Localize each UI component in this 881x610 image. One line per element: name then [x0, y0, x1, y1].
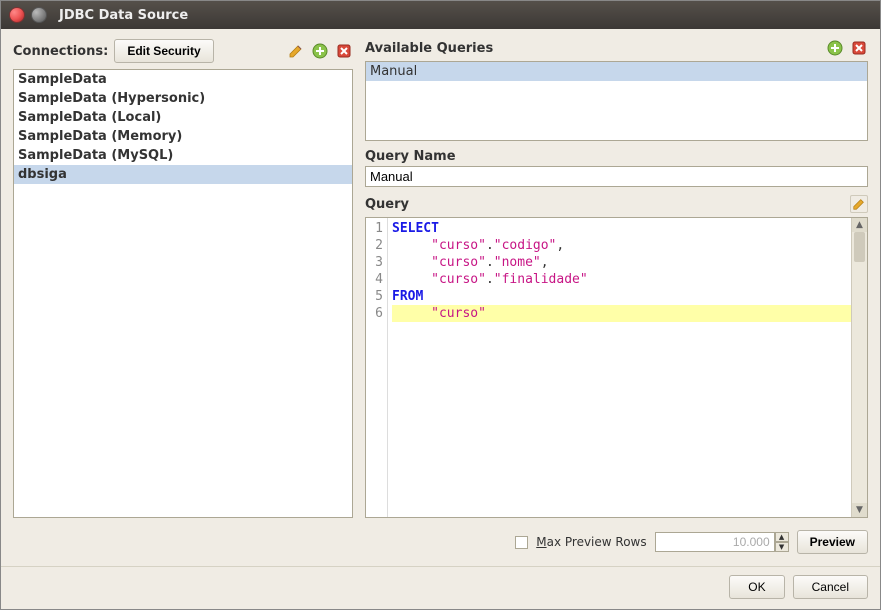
titlebar: JDBC Data Source [1, 1, 880, 29]
window-minimize-icon[interactable] [31, 7, 47, 23]
main-area: Connections: Edit Security SampleDataSam… [13, 39, 868, 518]
queries-list[interactable]: Manual [365, 61, 868, 141]
scroll-thumb[interactable] [854, 232, 865, 262]
max-preview-input[interactable] [655, 532, 775, 552]
connections-toolbar: Connections: Edit Security [13, 39, 353, 63]
scroll-up-icon[interactable]: ▲ [852, 218, 867, 232]
jdbc-dialog: JDBC Data Source Connections: Edit Secur… [0, 0, 881, 610]
ok-button[interactable]: OK [729, 575, 784, 599]
max-preview-label: Max Preview Rows [536, 535, 646, 549]
code-line[interactable]: "curso"."nome", [392, 254, 863, 271]
connection-item[interactable]: SampleData (Memory) [14, 127, 352, 146]
connections-panel: Connections: Edit Security SampleDataSam… [13, 39, 353, 518]
connection-item[interactable]: dbsiga [14, 165, 352, 184]
code-line[interactable]: "curso"."codigo", [392, 237, 863, 254]
edit-security-button[interactable]: Edit Security [114, 39, 213, 63]
query-label: Query [365, 197, 409, 212]
edit-query-icon[interactable] [850, 195, 868, 213]
add-query-icon[interactable] [826, 39, 844, 57]
query-header: Query [365, 195, 868, 213]
preview-button[interactable]: Preview [797, 530, 868, 554]
editor-scrollbar[interactable]: ▲ ▼ [851, 218, 867, 517]
code-line[interactable]: FROM [392, 288, 863, 305]
queries-panel: Available Queries Manual Query Name Quer… [365, 39, 868, 518]
window-title: JDBC Data Source [59, 8, 188, 23]
editor-code[interactable]: SELECT "curso"."codigo", "curso"."nome",… [388, 218, 867, 517]
max-preview-checkbox[interactable] [515, 536, 528, 549]
queries-toolbar: Available Queries [365, 39, 868, 57]
available-queries-label: Available Queries [365, 41, 493, 56]
spinner-up-icon[interactable]: ▲ [775, 532, 789, 542]
connection-item[interactable]: SampleData [14, 70, 352, 89]
connections-list[interactable]: SampleDataSampleData (Hypersonic)SampleD… [13, 69, 353, 518]
editor-gutter: 123456 [366, 218, 388, 517]
edit-connection-icon[interactable] [287, 42, 305, 60]
max-preview-spinner[interactable]: ▲ ▼ [655, 532, 789, 552]
dialog-body: Connections: Edit Security SampleDataSam… [1, 29, 880, 566]
preview-bar: Max Preview Rows ▲ ▼ Preview [13, 524, 868, 556]
connection-item[interactable]: SampleData (MySQL) [14, 146, 352, 165]
spinner-down-icon[interactable]: ▼ [775, 542, 789, 552]
connections-label: Connections: [13, 44, 108, 59]
code-line[interactable]: "curso"."finalidade" [392, 271, 863, 288]
remove-query-icon[interactable] [850, 39, 868, 57]
connection-item[interactable]: SampleData (Local) [14, 108, 352, 127]
connection-item[interactable]: SampleData (Hypersonic) [14, 89, 352, 108]
query-editor[interactable]: 123456 SELECT "curso"."codigo", "curso".… [365, 217, 868, 518]
scroll-down-icon[interactable]: ▼ [852, 503, 867, 517]
query-name-input[interactable] [365, 166, 868, 187]
dialog-footer: OK Cancel [1, 566, 880, 609]
query-name-label: Query Name [365, 149, 868, 164]
query-item[interactable]: Manual [366, 62, 867, 81]
add-connection-icon[interactable] [311, 42, 329, 60]
code-line[interactable]: "curso" [392, 305, 863, 322]
code-line[interactable]: SELECT [392, 220, 863, 237]
window-close-icon[interactable] [9, 7, 25, 23]
remove-connection-icon[interactable] [335, 42, 353, 60]
cancel-button[interactable]: Cancel [793, 575, 868, 599]
